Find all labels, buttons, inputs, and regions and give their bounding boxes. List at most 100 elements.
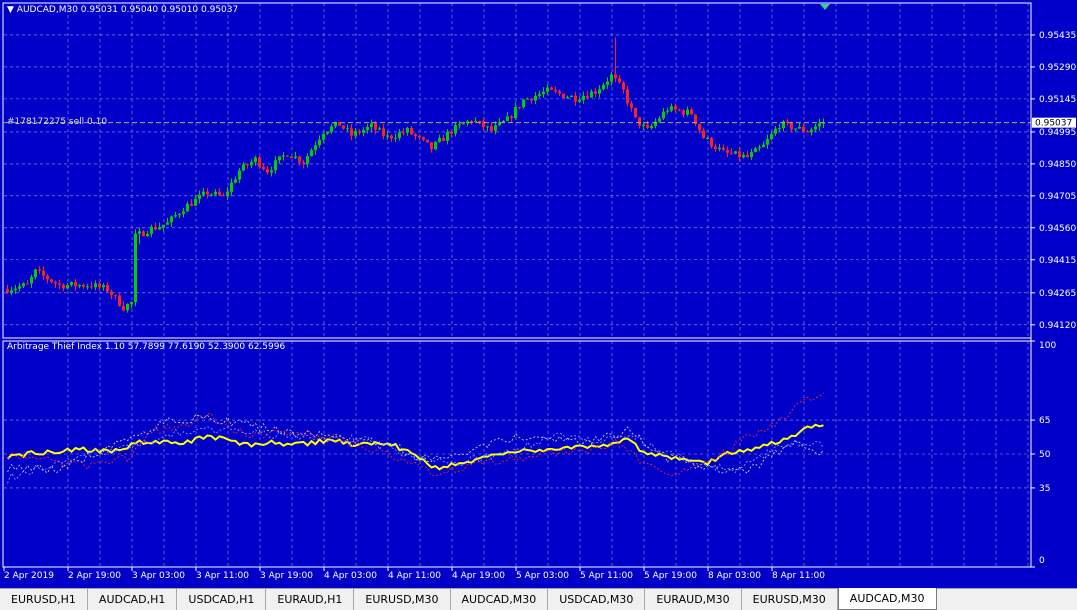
candle-body	[86, 286, 89, 288]
candle-body	[606, 81, 609, 85]
y-tick-label: 0.94705	[1039, 192, 1076, 202]
candle-body	[242, 164, 245, 171]
candle-body	[386, 135, 389, 137]
candle-body	[738, 151, 741, 158]
x-tick-label: 3 Apr 19:00	[260, 571, 313, 581]
candle-body	[110, 291, 113, 296]
chart-tab[interactable]: EURUSD,M30	[354, 589, 451, 610]
chart-tab[interactable]: AUDCAD,M30	[451, 589, 549, 610]
axes: 0.95435 0.95290 0.95145 0.94995 0.94850 0.947…	[3, 31, 1076, 581]
candle-body	[622, 82, 625, 90]
candle-body	[742, 154, 745, 158]
y-tick-label: 0	[1039, 556, 1045, 566]
candle-body	[190, 203, 193, 206]
candle-body	[250, 162, 253, 166]
symbol-quote: AUDCAD,M30 0.95031 0.95040 0.95010 0.950…	[16, 5, 239, 15]
candle-body	[258, 157, 261, 167]
candle-body	[594, 91, 597, 94]
candle-body	[226, 191, 229, 196]
candle-body	[150, 226, 153, 234]
candle-body	[790, 122, 793, 130]
candle-body	[554, 89, 557, 92]
candle-body	[158, 227, 161, 230]
candle-body	[298, 156, 301, 163]
candle-body	[210, 194, 213, 196]
candle-body	[722, 147, 725, 151]
candle-body	[330, 126, 333, 132]
candle-body	[322, 133, 325, 140]
chart-tab[interactable]: AUDCAD,H1	[88, 589, 178, 610]
candle-body	[22, 283, 25, 287]
candle-body	[570, 95, 573, 98]
x-tick-label: 8 Apr 11:00	[772, 571, 825, 581]
candle-body	[546, 87, 549, 92]
chart-tab[interactable]: EURAUD,M30	[645, 589, 742, 610]
candle-body	[198, 194, 201, 199]
candle-body	[358, 131, 361, 133]
y-tick-label: 35	[1039, 484, 1050, 494]
candle-body	[370, 123, 373, 127]
price-candles	[4, 37, 1031, 313]
candle-body	[278, 156, 281, 161]
candle-body	[78, 284, 81, 287]
candle-body	[218, 191, 221, 195]
candle-body	[74, 281, 77, 287]
candle-body	[454, 125, 457, 134]
candle-body	[550, 87, 553, 90]
candle-body	[674, 106, 677, 110]
y-tick-label: 100	[1039, 341, 1056, 351]
x-tick-label: 5 Apr 11:00	[580, 571, 633, 581]
candle-body	[702, 130, 705, 139]
candle-body	[798, 126, 801, 129]
candle-body	[670, 106, 673, 111]
candle-body	[482, 121, 485, 128]
chart-tab[interactable]: USDCAD,H1	[177, 589, 267, 610]
candle-body	[146, 233, 149, 236]
candle-body	[458, 124, 461, 126]
candle-body	[374, 123, 377, 130]
candle-body	[182, 211, 185, 214]
candle-body	[562, 93, 565, 98]
candle-body	[406, 127, 409, 133]
candle-body	[690, 109, 693, 115]
candle-body	[422, 137, 425, 140]
order-line-label[interactable]: #178172275 sell 0.10	[7, 117, 107, 127]
candle-body	[806, 131, 809, 133]
candle-body	[142, 231, 145, 236]
y-tick-label: 65	[1039, 416, 1050, 426]
chart-tab[interactable]: EURUSD,M30	[742, 589, 838, 610]
candle-body	[166, 222, 169, 225]
candle-body	[510, 116, 513, 119]
chart-tab[interactable]: EURAUD,H1	[266, 589, 355, 610]
candle-body	[414, 134, 417, 137]
candle-body	[162, 224, 165, 228]
candle-body	[446, 131, 449, 141]
candle-body	[514, 107, 517, 119]
y-tick-label: 50	[1039, 450, 1051, 460]
candle-body	[362, 129, 365, 133]
candle-body	[294, 156, 297, 159]
candle-body	[718, 147, 721, 150]
candle-body	[18, 286, 21, 289]
shift-marker-icon[interactable]	[820, 4, 830, 10]
candle-body	[754, 148, 757, 153]
candle-body	[530, 98, 533, 101]
candle-body	[342, 125, 345, 129]
collapse-triangle-icon[interactable]: ▼	[7, 5, 14, 15]
candle-body	[82, 284, 85, 287]
candle-body	[574, 95, 577, 102]
candle-body	[618, 78, 621, 83]
current-price-label: 0.95037	[1035, 119, 1072, 129]
symbol-header: ▼ AUDCAD,M30 0.95031 0.95040 0.95010 0.9…	[7, 5, 238, 15]
candle-body	[94, 283, 97, 288]
candle-body	[750, 152, 753, 158]
chart-area[interactable]: 0.95435 0.95290 0.95145 0.94995 0.94850 0.947…	[0, 0, 1077, 588]
candle-body	[98, 283, 101, 288]
candle-body	[706, 137, 709, 139]
chart-tab[interactable]: USDCAD,M30	[548, 589, 646, 610]
chart-tab[interactable]: EURUSD,H1	[0, 589, 88, 610]
candle-body	[814, 126, 817, 130]
candle-body	[118, 295, 121, 306]
chart-tab[interactable]: AUDCAD,M30	[837, 588, 937, 610]
candle-body	[658, 118, 661, 122]
